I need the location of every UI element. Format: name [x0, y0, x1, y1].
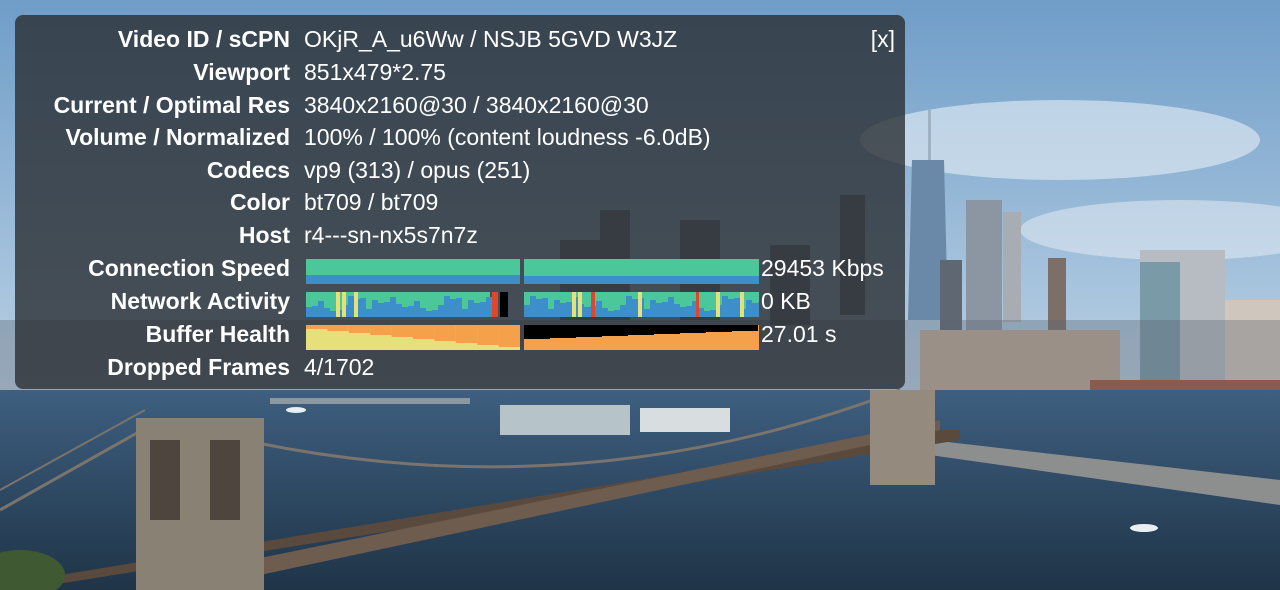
stat-value: 4/1702 [304, 354, 375, 380]
stat-value: 100% / 100% (content loudness -6.0dB) [304, 124, 711, 150]
stat-value: OKjR_A_u6Ww / NSJB 5GVD W3JZ [304, 26, 678, 52]
network-activity-graph [306, 292, 759, 317]
stat-value: 3840x2160@30 / 3840x2160@30 [304, 92, 649, 118]
stat-row-network-activity: Network Activity 0 KB [15, 285, 905, 318]
stat-label: Video ID / sCPN [117, 26, 290, 52]
stat-label: Codecs [206, 157, 290, 183]
stat-label: Host [238, 222, 290, 248]
stat-row-color: Color bt709 / bt709 [15, 186, 905, 219]
stat-label: Dropped Frames [107, 354, 290, 380]
stat-row-dropped-frames: Dropped Frames 4/1702 [15, 351, 905, 384]
stat-label: Color [229, 189, 290, 215]
stat-row-host: Host r4---sn-nx5s7n7z [15, 219, 905, 252]
stat-value: 0 KB [761, 288, 811, 314]
stat-label: Volume / Normalized [65, 124, 290, 150]
stat-value: 27.01 s [761, 321, 837, 347]
stat-value: r4---sn-nx5s7n7z [304, 222, 478, 248]
stat-label: Viewport [193, 59, 290, 85]
connection-speed-graph [306, 259, 759, 284]
stat-label: Current / Optimal Res [53, 92, 290, 118]
stat-value: 851x479*2.75 [304, 59, 446, 85]
stat-label: Network Activity [110, 288, 290, 314]
stat-row-buffer-health: Buffer Health 27.01 s [15, 318, 905, 351]
stat-row-video-id: Video ID / sCPN OKjR_A_u6Ww / NSJB 5GVD … [15, 23, 905, 56]
stat-row-connection-speed: Connection Speed 29453 Kbps [15, 252, 905, 285]
stat-row-viewport: Viewport 851x479*2.75 [15, 56, 905, 89]
stat-value: 29453 Kbps [761, 255, 884, 281]
stat-row-volume: Volume / Normalized 100% / 100% (content… [15, 121, 905, 154]
stat-label: Connection Speed [88, 255, 290, 281]
stat-row-resolution: Current / Optimal Res 3840x2160@30 / 384… [15, 89, 905, 122]
stat-value: vp9 (313) / opus (251) [304, 157, 531, 183]
stat-value: bt709 / bt709 [304, 189, 439, 215]
buffer-health-graph [306, 325, 759, 350]
stat-row-codecs: Codecs vp9 (313) / opus (251) [15, 154, 905, 187]
stat-label: Buffer Health [145, 321, 290, 347]
stats-for-nerds-panel: [x] Video ID / sCPN OKjR_A_u6Ww / NSJB 5… [15, 15, 905, 389]
